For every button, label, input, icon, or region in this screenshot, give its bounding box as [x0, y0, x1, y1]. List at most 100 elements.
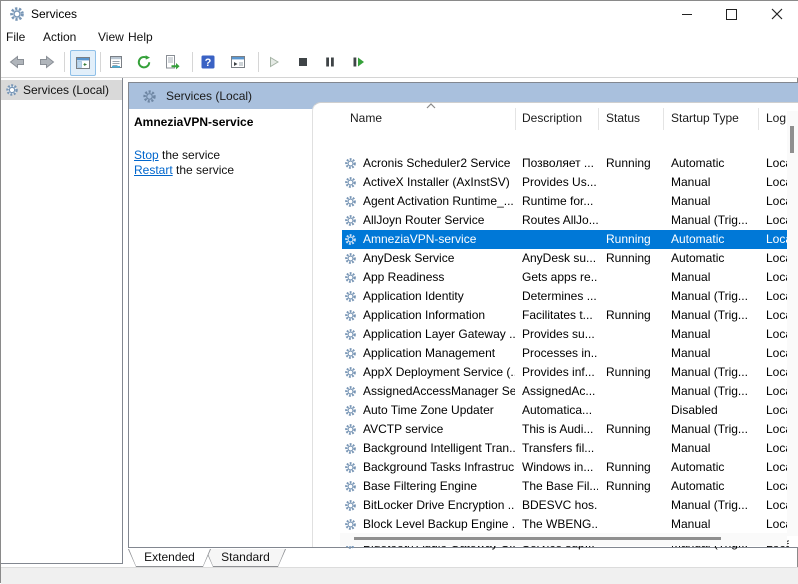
toolbar: ? — [1, 48, 798, 78]
table-row[interactable]: AmneziaVPN-service Running Automatic Loc… — [342, 230, 789, 249]
table-row[interactable]: Application Management Processes in... M… — [342, 344, 789, 363]
service-status: Running — [606, 479, 651, 493]
service-name: App Readiness — [363, 270, 445, 284]
menu-action[interactable]: Action — [43, 30, 76, 44]
service-description: Routes AllJo... — [522, 213, 598, 227]
table-row[interactable]: AppX Deployment Service (... Provides in… — [342, 363, 789, 382]
service-name: ActiveX Installer (AxInstSV) — [363, 175, 510, 189]
column-divider[interactable] — [758, 108, 759, 130]
table-row[interactable]: AssignedAccessManager Se... AssignedAc..… — [342, 382, 789, 401]
service-gear-icon — [345, 234, 356, 245]
stop-service-button[interactable] — [294, 53, 312, 71]
column-header-description[interactable]: Description — [522, 111, 602, 125]
export-list-button[interactable] — [163, 53, 181, 71]
service-startup-type: Manual — [671, 175, 711, 189]
menu-file[interactable]: File — [6, 30, 25, 44]
selected-service-name: AmneziaVPN-service — [134, 115, 254, 129]
services-gear-icon — [6, 84, 18, 96]
table-row[interactable]: AllJoyn Router Service Routes AllJo... M… — [342, 211, 789, 230]
table-row[interactable]: Base Filtering Engine The Base Fil... Ru… — [342, 477, 789, 496]
refresh-button[interactable] — [135, 53, 153, 71]
tab-standard[interactable]: Standard — [205, 549, 286, 567]
table-row[interactable]: AnyDesk Service AnyDesk su... Running Au… — [342, 249, 789, 268]
column-header-log-on-as[interactable]: Log — [766, 111, 789, 125]
column-header-status[interactable]: Status — [606, 111, 661, 125]
table-row[interactable]: Background Intelligent Tran... Transfers… — [342, 439, 789, 458]
menu-help[interactable]: Help — [128, 30, 153, 44]
help-button[interactable]: ? — [199, 53, 217, 71]
service-status: Running — [606, 156, 651, 170]
column-divider[interactable] — [598, 108, 599, 130]
export-list-icon — [166, 55, 180, 70]
forward-button[interactable] — [38, 53, 56, 71]
stop-service-suffix: the service — [158, 148, 221, 162]
sort-ascending-icon — [426, 103, 436, 109]
vertical-scrollbar[interactable] — [787, 111, 798, 536]
services-list-panel: Name Description Status Startup Type Log… — [312, 102, 798, 550]
tree-item-label: Services (Local) — [23, 83, 110, 97]
service-log-on-as: Loca — [766, 289, 789, 303]
service-description: BDESVC hos... — [522, 498, 598, 512]
vertical-scrollbar-thumb[interactable] — [790, 126, 794, 153]
service-description: Gets apps re... — [522, 270, 598, 284]
back-button[interactable] — [8, 53, 26, 71]
tree-item-services-local[interactable]: Services (Local) — [1, 80, 122, 100]
column-header-name[interactable]: Name — [350, 111, 500, 125]
window-title: Services — [31, 7, 78, 21]
service-log-on-as: Loca — [766, 422, 789, 436]
service-log-on-as: Loca — [766, 365, 789, 379]
minimize-button[interactable] — [664, 1, 709, 27]
restart-service-link[interactable]: Restart — [134, 163, 173, 177]
service-gear-icon — [345, 310, 356, 321]
service-log-on-as: Loca — [766, 460, 789, 474]
close-button[interactable] — [754, 1, 798, 27]
show-console-tree-button[interactable] — [70, 50, 96, 76]
service-log-on-as: Loca — [766, 517, 789, 531]
table-row[interactable]: Block Level Backup Engine ... The WBENG.… — [342, 515, 789, 534]
stop-service-link[interactable]: Stop — [134, 148, 159, 162]
table-row[interactable]: Acronis Scheduler2 Service Позволяет ...… — [342, 154, 789, 173]
pause-service-button[interactable] — [321, 53, 339, 71]
show-action-pane-button[interactable] — [229, 53, 247, 71]
services-list: Acronis Scheduler2 Service Позволяет ...… — [342, 154, 789, 557]
table-row[interactable]: Agent Activation Runtime_... Runtime for… — [342, 192, 789, 211]
menu-view[interactable]: View — [98, 30, 124, 44]
pause-icon — [326, 57, 334, 67]
service-startup-type: Manual — [671, 441, 711, 455]
service-log-on-as: Loca — [766, 194, 789, 208]
start-service-button[interactable] — [265, 53, 283, 71]
table-row[interactable]: Auto Time Zone Updater Automatica... Dis… — [342, 401, 789, 420]
horizontal-scrollbar[interactable] — [340, 533, 787, 546]
table-row[interactable]: Background Tasks Infrastruc... Windows i… — [342, 458, 789, 477]
column-header-startup-type[interactable]: Startup Type — [671, 111, 756, 125]
forward-icon — [40, 55, 55, 69]
service-description: AnyDesk su... — [522, 251, 597, 265]
table-row[interactable]: Application Layer Gateway ... Provides s… — [342, 325, 789, 344]
service-log-on-as: Loca — [766, 384, 789, 398]
results-header-title: Services (Local) — [166, 89, 253, 103]
table-row[interactable]: Application Identity Determines ... Manu… — [342, 287, 789, 306]
table-row[interactable]: ActiveX Installer (AxInstSV) Provides Us… — [342, 173, 789, 192]
column-divider[interactable] — [663, 108, 664, 130]
service-status: Running — [606, 422, 651, 436]
service-status: Running — [606, 308, 651, 322]
service-description: Позволяет ... — [522, 156, 594, 170]
service-name: AnyDesk Service — [363, 251, 455, 265]
service-gear-icon — [345, 443, 356, 454]
service-startup-type: Manual — [671, 270, 711, 284]
service-startup-type: Automatic — [671, 156, 725, 170]
service-gear-icon — [345, 519, 356, 530]
table-row[interactable]: App Readiness Gets apps re... Manual Loc… — [342, 268, 789, 287]
table-row[interactable]: Application Information Facilitates t...… — [342, 306, 789, 325]
service-name: Application Information — [363, 308, 486, 322]
table-row[interactable]: AVCTP service This is Audi... Running Ma… — [342, 420, 789, 439]
properties-button[interactable] — [107, 53, 125, 71]
service-gear-icon — [345, 291, 356, 302]
restart-service-button[interactable] — [349, 53, 367, 71]
table-row[interactable]: BitLocker Drive Encryption ... BDESVC ho… — [342, 496, 789, 515]
tab-extended[interactable]: Extended — [128, 549, 211, 567]
maximize-button[interactable] — [709, 1, 754, 27]
column-divider[interactable] — [515, 108, 516, 130]
back-icon — [9, 55, 24, 69]
horizontal-scrollbar-thumb[interactable] — [354, 537, 721, 540]
